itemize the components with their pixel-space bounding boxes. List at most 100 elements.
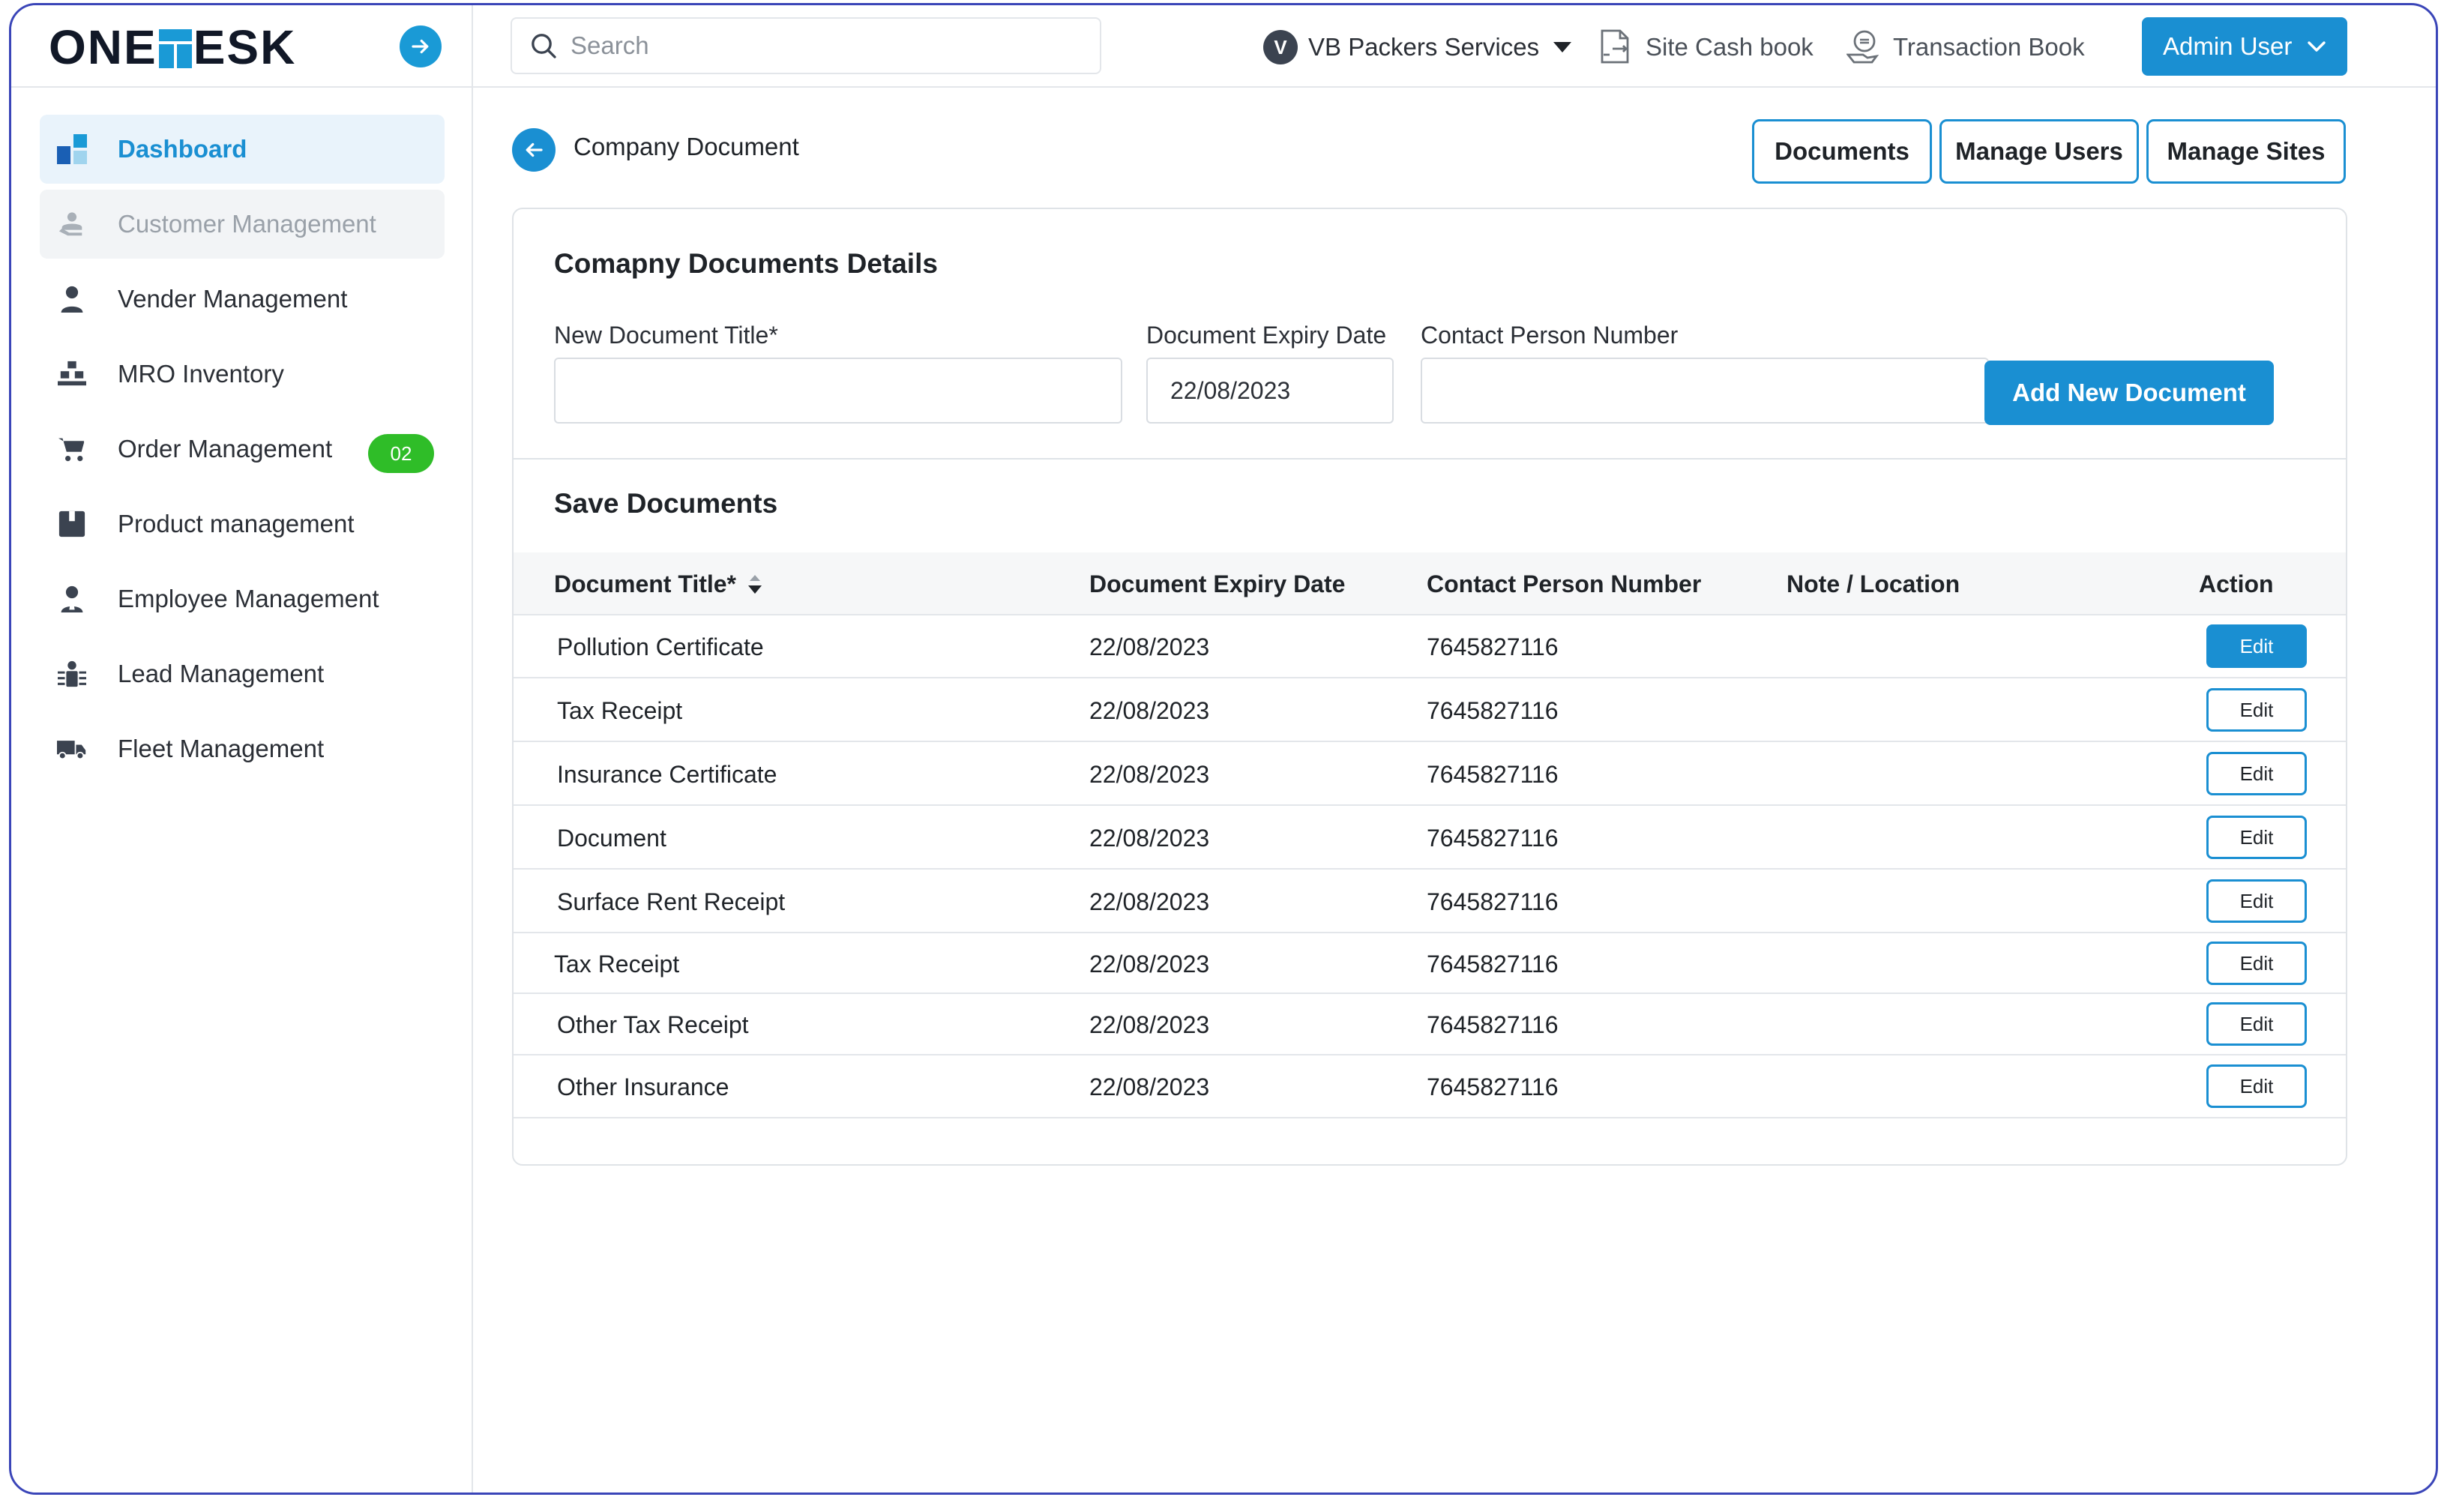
edit-button[interactable]: Edit bbox=[2206, 942, 2307, 985]
table-row: Tax Receipt 22/08/2023 7645827116 Edit bbox=[514, 679, 2346, 742]
sidebar-nav: Dashboard Customer Management Vender Man… bbox=[40, 115, 445, 789]
documents-card: Comapny Documents Details New Document T… bbox=[512, 208, 2347, 1166]
site-cash-book-link[interactable]: Site Cash book bbox=[1599, 28, 1814, 67]
search-input[interactable] bbox=[571, 31, 1080, 60]
cell-title: Other Insurance bbox=[557, 1073, 729, 1100]
edit-button[interactable]: Edit bbox=[2206, 752, 2307, 795]
table-header: Document Title* Document Expiry Date Con… bbox=[514, 552, 2346, 615]
column-header-title[interactable]: Document Title* bbox=[554, 552, 765, 615]
form-section-title: Comapny Documents Details bbox=[554, 248, 938, 279]
cell-expiry: 22/08/2023 bbox=[1089, 696, 1210, 724]
sidebar-item-label: Lead Management bbox=[118, 660, 325, 687]
transaction-icon bbox=[1846, 30, 1879, 64]
cell-title: Tax Receipt bbox=[554, 950, 680, 978]
company-avatar: V bbox=[1263, 30, 1298, 64]
cell-contact: 7645827116 bbox=[1427, 760, 1559, 788]
cell-title: Document bbox=[557, 824, 666, 852]
contact-number-label: Contact Person Number bbox=[1421, 322, 1679, 349]
column-header-contact: Contact Person Number bbox=[1427, 570, 1702, 597]
sidebar-toggle-button[interactable] bbox=[400, 25, 442, 67]
cell-contact: 7645827116 bbox=[1427, 888, 1559, 915]
admin-user-menu[interactable]: Admin User bbox=[2142, 17, 2347, 76]
edit-button[interactable]: Edit bbox=[2206, 816, 2307, 859]
site-cash-book-label: Site Cash book bbox=[1646, 33, 1814, 61]
logo-text-left: ONE bbox=[49, 20, 157, 74]
search-box[interactable] bbox=[511, 17, 1101, 74]
cell-expiry: 22/08/2023 bbox=[1089, 633, 1210, 660]
table-row: Other Tax Receipt 22/08/2023 7645827116 … bbox=[514, 994, 2346, 1055]
transaction-book-label: Transaction Book bbox=[1893, 33, 2085, 61]
logo-mark-icon bbox=[158, 29, 192, 68]
cell-title: Surface Rent Receipt bbox=[557, 888, 786, 915]
edit-button[interactable]: Edit bbox=[2206, 688, 2307, 732]
sidebar-item-lead-management[interactable]: Lead Management bbox=[40, 639, 445, 708]
sidebar-item-fleet-management[interactable]: Fleet Management bbox=[40, 714, 445, 783]
cell-contact: 7645827116 bbox=[1427, 1073, 1559, 1100]
sidebar-item-vender-management[interactable]: Vender Management bbox=[40, 265, 445, 334]
product-box-icon bbox=[56, 508, 88, 540]
search-icon bbox=[532, 34, 556, 58]
table-row: Insurance Certificate 22/08/2023 7645827… bbox=[514, 743, 2346, 806]
arrow-left-icon bbox=[526, 142, 543, 157]
transaction-book-link[interactable]: Transaction Book bbox=[1846, 28, 2085, 67]
tab-manage-users[interactable]: Manage Users bbox=[1939, 119, 2139, 184]
cart-icon bbox=[56, 433, 88, 465]
edit-button[interactable]: Edit bbox=[2206, 624, 2307, 668]
table-row: Tax Receipt 22/08/2023 7645827116 Edit bbox=[514, 934, 2346, 994]
sidebar-item-label: Vender Management bbox=[118, 285, 348, 313]
cell-title: Insurance Certificate bbox=[557, 760, 777, 788]
company-name: VB Packers Services bbox=[1308, 33, 1540, 61]
edit-button[interactable]: Edit bbox=[2206, 1064, 2307, 1108]
top-header: V VB Packers Services Site Cash book Tra… bbox=[473, 5, 2436, 88]
edit-button[interactable]: Edit bbox=[2206, 879, 2307, 923]
table-row: Pollution Certificate 22/08/2023 7645827… bbox=[514, 615, 2346, 678]
sidebar-item-label: Order Management bbox=[118, 435, 333, 463]
document-expiry-input[interactable] bbox=[1146, 358, 1394, 424]
cell-contact: 7645827116 bbox=[1427, 1010, 1559, 1038]
tab-documents[interactable]: Documents bbox=[1752, 119, 1932, 184]
cell-title: Tax Receipt bbox=[557, 696, 683, 724]
order-count-badge: 02 bbox=[368, 434, 434, 473]
section-divider bbox=[514, 458, 2346, 460]
dashboard-icon bbox=[56, 133, 88, 165]
sidebar-header: ONE ESK bbox=[11, 5, 473, 88]
page-title: Company Document bbox=[574, 133, 799, 160]
sidebar-item-order-management[interactable]: Order Management 02 bbox=[40, 415, 445, 484]
app-window: ONE ESK Dashboard Customer Management Ve… bbox=[9, 3, 2438, 1495]
sidebar-item-customer-management[interactable]: Customer Management bbox=[40, 190, 445, 259]
cell-expiry: 22/08/2023 bbox=[1089, 1073, 1210, 1100]
table-row: Other Insurance 22/08/2023 7645827116 Ed… bbox=[514, 1055, 2346, 1118]
document-expiry-label: Document Expiry Date bbox=[1146, 322, 1387, 349]
app-logo[interactable]: ONE ESK bbox=[49, 20, 296, 74]
sidebar-item-label: Product management bbox=[118, 510, 355, 537]
cell-expiry: 22/08/2023 bbox=[1089, 888, 1210, 915]
table-row: Document 22/08/2023 7645827116 Edit bbox=[514, 807, 2346, 870]
table-row: Surface Rent Receipt 22/08/2023 76458271… bbox=[514, 870, 2346, 933]
sidebar-item-dashboard[interactable]: Dashboard bbox=[40, 115, 445, 184]
sidebar-item-product-management[interactable]: Product management bbox=[40, 490, 445, 558]
cell-expiry: 22/08/2023 bbox=[1089, 1010, 1210, 1038]
document-title-label: New Document Title* bbox=[554, 322, 778, 349]
cell-contact: 7645827116 bbox=[1427, 824, 1559, 852]
sort-icon[interactable] bbox=[745, 570, 765, 597]
cell-title: Pollution Certificate bbox=[557, 633, 764, 660]
sidebar: ONE ESK Dashboard Customer Management Ve… bbox=[11, 5, 473, 1493]
chevron-down-icon bbox=[2308, 41, 2326, 52]
user-icon bbox=[56, 283, 88, 315]
truck-icon bbox=[56, 733, 88, 765]
sidebar-item-employee-management[interactable]: Employee Management bbox=[40, 564, 445, 633]
document-title-input[interactable] bbox=[554, 358, 1122, 424]
edit-button[interactable]: Edit bbox=[2206, 1002, 2307, 1046]
sidebar-item-mro-inventory[interactable]: MRO Inventory bbox=[40, 340, 445, 409]
cell-contact: 7645827116 bbox=[1427, 696, 1559, 724]
logo-text-right: ESK bbox=[193, 20, 297, 74]
contact-number-input[interactable] bbox=[1421, 358, 1989, 424]
table-section-title: Save Documents bbox=[554, 488, 778, 519]
company-selector[interactable]: V VB Packers Services bbox=[1263, 29, 1572, 65]
sidebar-item-label: Employee Management bbox=[118, 585, 379, 612]
column-header-expiry: Document Expiry Date bbox=[1089, 570, 1346, 597]
main-content: Company Document Documents Manage Users … bbox=[473, 89, 2436, 1493]
add-new-document-button[interactable]: Add New Document bbox=[1984, 361, 2274, 425]
tab-manage-sites[interactable]: Manage Sites bbox=[2146, 119, 2346, 184]
back-button[interactable] bbox=[512, 128, 556, 172]
